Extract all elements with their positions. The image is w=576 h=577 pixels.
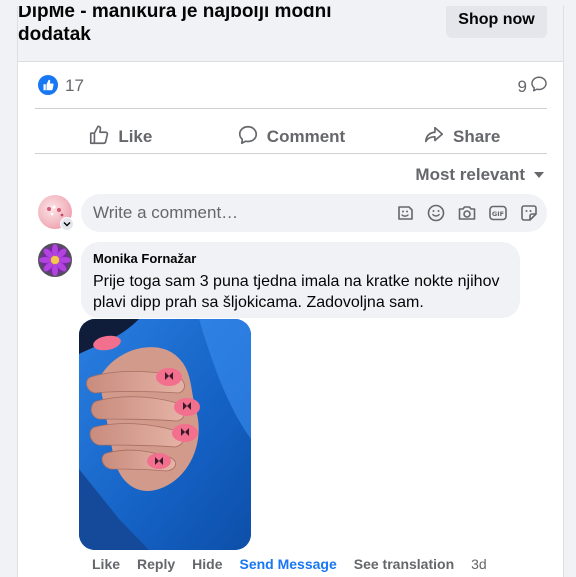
link-title[interactable]: DipMe - manikura je najbolji modni dodat… [18,6,358,46]
link-preview[interactable]: DipMe - manikura je najbolji modni dodat… [18,6,563,62]
comment-timestamp[interactable]: 3d [471,556,487,572]
composer-icons: GIF [395,203,539,223]
comment-hide-link[interactable]: Hide [192,556,222,572]
comment-author[interactable]: Monika Fornažar [93,251,196,266]
gif-icon[interactable]: GIF [488,203,508,223]
share-arrow-icon [423,124,445,151]
comment-reply-link[interactable]: Reply [137,556,175,572]
chevron-down-icon[interactable] [60,217,74,231]
like-reaction-icon[interactable] [38,75,58,95]
comment-input[interactable] [93,194,373,232]
comment-sort-dropdown[interactable]: Most relevant [415,165,545,185]
camera-icon[interactable] [457,203,477,223]
divider [35,108,547,109]
comment-icon [237,124,259,151]
reaction-count[interactable]: 17 [65,76,84,96]
commenter-avatar[interactable] [38,243,72,277]
comment-actions: Like Reply Hide Send Message See transla… [92,556,504,572]
see-translation-link[interactable]: See translation [354,556,454,572]
caret-down-icon [533,166,545,184]
link-title-clip: DipMe - manikura je najbolji modni dodat… [18,6,418,62]
sort-label: Most relevant [415,165,525,184]
emoji-icon[interactable] [426,203,446,223]
divider [35,153,547,154]
thumbs-up-icon [88,124,110,151]
avatar-sticker-icon[interactable] [519,203,539,223]
share-label: Share [453,127,501,146]
svg-text:GIF: GIF [492,210,504,218]
shop-now-button[interactable]: Shop now [446,6,547,38]
comment-text: Prije toga sam 3 puna tjedna imala na kr… [93,273,500,311]
reaction-summary: 17 9 [38,70,548,100]
comment-count: 9 [517,76,527,96]
comment-count-link[interactable]: 9 [518,75,548,98]
current-user-avatar[interactable] [38,195,74,231]
comment-photo[interactable] [79,319,251,550]
comment-label: Comment [266,127,346,146]
like-label: Like [118,127,153,146]
comment-composer: GIF [81,194,547,232]
sticker-icon[interactable] [395,203,415,223]
comment-bubble-icon [530,75,548,98]
comment-like-link[interactable]: Like [92,556,120,572]
send-message-link[interactable]: Send Message [239,556,336,572]
post-card: DipMe - manikura je najbolji modni dodat… [17,6,564,577]
comment-bubble: Monika Fornažar Prije toga sam 3 puna tj… [81,242,520,318]
